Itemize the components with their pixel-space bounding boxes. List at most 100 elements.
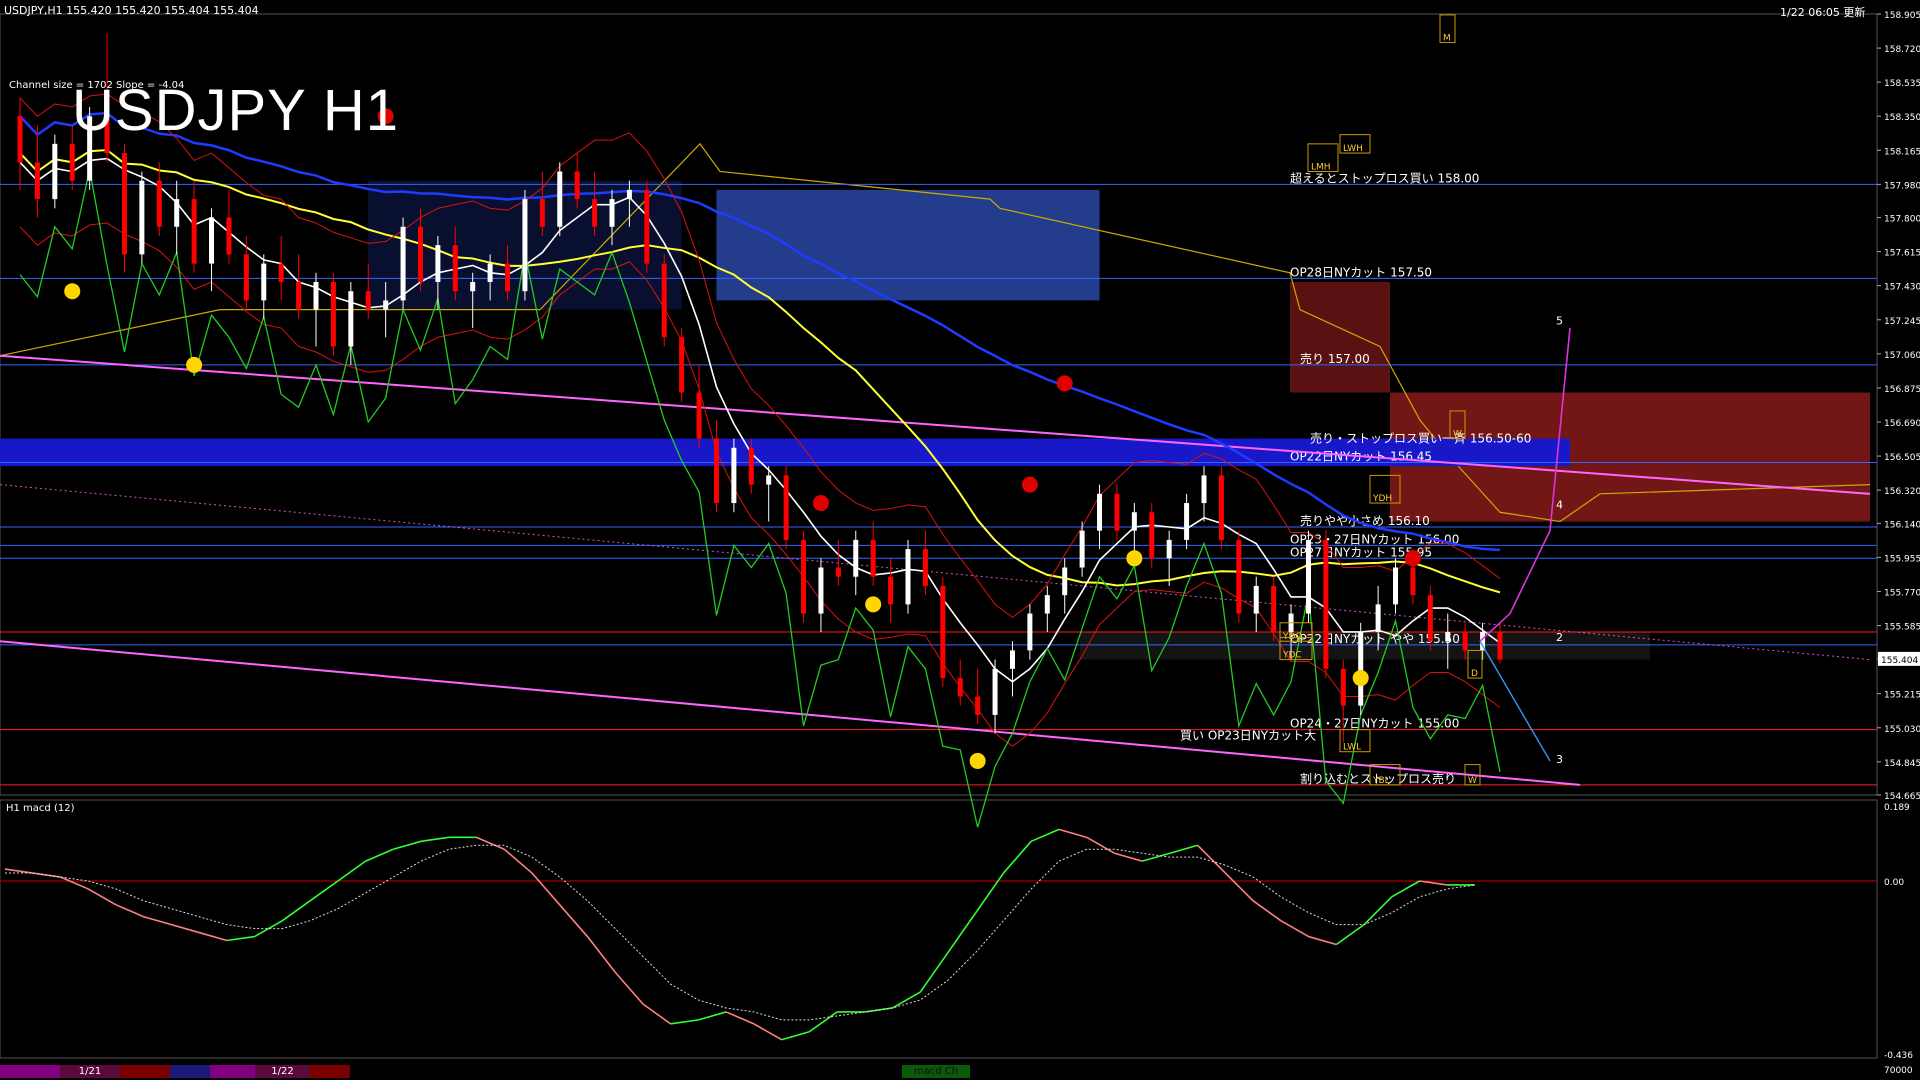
candle-body: [1114, 493, 1120, 531]
price-tick-label: 157.245: [1884, 317, 1920, 327]
price-tick-label: 155.030: [1884, 725, 1920, 735]
macd-line-seg: [1086, 836, 1115, 854]
date-tab-1-21[interactable]: 1/21: [60, 1065, 120, 1078]
candle-body: [1062, 567, 1068, 596]
candle-body: [957, 678, 963, 697]
macd-line-seg: [725, 1011, 755, 1025]
candle-body: [940, 585, 946, 679]
candle-body: [592, 199, 598, 227]
band-red-upper: [19, 93, 1501, 618]
chart-window: 158.905 158.720 158.535 158.350 158.165 157.9…: [0, 0, 1920, 1080]
volume-axis-label: 70000: [1884, 1066, 1913, 1076]
buy-arrow-icon: [186, 356, 203, 373]
candle-body: [365, 291, 371, 310]
candle-body: [679, 337, 685, 393]
candle-body: [1410, 567, 1416, 596]
candle-body: [417, 226, 423, 283]
candle-body: [435, 245, 441, 283]
candle-body: [1097, 493, 1103, 531]
candle-body: [818, 567, 824, 614]
price-tick-label: 158.165: [1884, 147, 1920, 157]
macd-tab[interactable]: macd Ch: [902, 1065, 970, 1078]
candle-body: [69, 143, 75, 181]
timeline-seg: [170, 1065, 210, 1078]
candle-body: [139, 180, 145, 255]
candle-body: [853, 539, 859, 577]
macd-tick-label: 0.00: [1884, 878, 1904, 888]
candle-body: [330, 282, 336, 347]
candle-body: [661, 263, 667, 338]
candle-body: [1218, 475, 1224, 540]
candle-body: [1201, 475, 1207, 504]
macd-label: H1 macd (12): [6, 803, 75, 814]
level-label: OP22日NYカット やや 155.50: [1290, 632, 1460, 646]
wave-label: 3: [1556, 753, 1563, 766]
price-tick-label: 157.980: [1884, 181, 1920, 191]
macd-line-seg: [892, 991, 921, 1009]
macd-line-seg: [420, 836, 449, 843]
candle-body: [644, 189, 650, 264]
macd-line-seg: [698, 1011, 727, 1021]
price-tick-label: 156.140: [1884, 520, 1920, 530]
candle-body: [975, 696, 981, 715]
wave-label: 4: [1556, 499, 1563, 512]
macd-line-seg: [1141, 852, 1171, 862]
current-price-label: 155.404: [1881, 656, 1918, 666]
sell-arrow-icon: [1021, 476, 1038, 493]
price-tick-label: 157.615: [1884, 249, 1920, 259]
macd-line-seg: [1224, 872, 1254, 902]
kumo-red-cloud: [1290, 282, 1390, 393]
candle-body: [1462, 631, 1468, 651]
macd-line-seg: [1335, 923, 1365, 946]
candle-body: [452, 245, 458, 292]
timeline-seg: [310, 1065, 350, 1078]
sell-arrow-icon: [1056, 375, 1073, 392]
macd-line-seg: [226, 935, 255, 942]
candle-body: [209, 217, 215, 264]
candle-body: [731, 447, 737, 504]
candle-body: [766, 475, 772, 485]
price-tick-label: 157.060: [1884, 351, 1920, 361]
price-chart[interactable]: 158.905 158.720 158.535 158.350 158.165 157.9…: [0, 0, 1920, 1080]
candle-body: [261, 263, 267, 301]
candle-body: [34, 162, 40, 200]
candle-body: [1149, 512, 1155, 559]
macd-line-seg: [337, 860, 367, 882]
candle-body: [52, 143, 58, 200]
candle-body: [1323, 539, 1329, 669]
band-label: 売り・ストップロス買い一斉 156.50-60: [1310, 431, 1531, 446]
macd-line-seg: [1002, 840, 1032, 874]
candle-body: [1427, 595, 1433, 642]
macd-line-seg: [975, 872, 1005, 914]
macd-line-seg: [808, 1011, 838, 1033]
candle-body: [121, 153, 127, 255]
macd-line-seg: [531, 872, 561, 906]
price-tick-label: 156.505: [1884, 453, 1920, 463]
price-tick-label: 155.955: [1884, 554, 1920, 564]
price-tick-label: 158.720: [1884, 45, 1920, 55]
chart-title: USDJPY H1: [72, 78, 400, 143]
price-tick-label: 155.770: [1884, 588, 1920, 598]
macd-line-seg: [670, 1019, 699, 1025]
macd-line-seg: [87, 888, 117, 906]
candle-body: [522, 199, 528, 292]
candle-body: [278, 263, 284, 283]
macd-line-seg: [143, 915, 172, 926]
timeline-bar: 1/21 1/22 macd Ch: [0, 1063, 1878, 1080]
macd-line-seg: [781, 1031, 810, 1041]
candle-body: [1497, 631, 1503, 660]
macd-line-seg: [1252, 900, 1282, 922]
candle-body: [1236, 539, 1242, 614]
candle-body: [156, 180, 162, 227]
date-tab-1-22[interactable]: 1/22: [255, 1065, 310, 1078]
macd-line-seg: [1169, 844, 1198, 854]
price-tick-label: 156.320: [1884, 487, 1920, 497]
candle-body: [1445, 631, 1451, 642]
buy-arrow-icon: [969, 752, 986, 769]
timeline-seg: [210, 1065, 255, 1078]
candle-body: [470, 282, 476, 292]
ref-box-label: LWL: [1343, 743, 1361, 753]
macd-line-seg: [1030, 828, 1060, 843]
macd-line-seg: [281, 900, 311, 922]
level-label: 超えるとストップロス買い 158.00: [1290, 170, 1479, 185]
